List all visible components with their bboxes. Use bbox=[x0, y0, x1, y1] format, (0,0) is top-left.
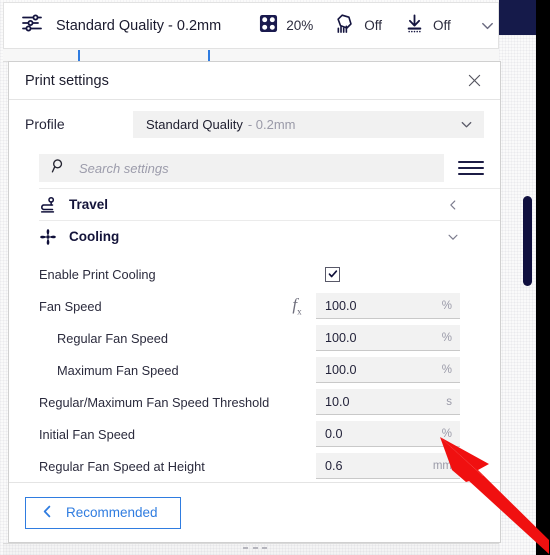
setting-label: Regular Fan Speed bbox=[57, 330, 168, 346]
setting-unit: % bbox=[441, 363, 452, 376]
recommended-button[interactable]: Recommended bbox=[25, 496, 181, 529]
topbar-stats-group: 20% Off Off bbox=[259, 13, 451, 39]
adhesion-icon bbox=[404, 13, 425, 39]
panel-header: Print settings bbox=[9, 62, 500, 100]
sidebar-item-travel[interactable]: Travel bbox=[39, 188, 500, 220]
profile-row: Profile Standard Quality - 0.2mm bbox=[9, 100, 500, 148]
chevron-down-icon[interactable] bbox=[479, 17, 496, 34]
setting-value: 0.6 bbox=[325, 458, 343, 473]
regular-fan-speed-input[interactable]: 100.0 % bbox=[316, 325, 460, 351]
close-icon[interactable] bbox=[463, 70, 485, 92]
setting-value: 100.0 bbox=[325, 298, 357, 313]
setting-unit: % bbox=[441, 299, 452, 312]
setting-row-regular-fan-speed-at-height: Regular Fan Speed at Height 0.6 mm bbox=[39, 450, 500, 482]
settings-scrollbar[interactable] bbox=[523, 196, 532, 444]
setting-row-initial-fan-speed: Initial Fan Speed 0.0 % bbox=[39, 418, 500, 450]
hamburger-menu-icon[interactable] bbox=[458, 160, 484, 176]
setting-unit: s bbox=[446, 395, 452, 408]
setting-value: 100.0 bbox=[325, 330, 357, 345]
category-label-travel: Travel bbox=[69, 197, 109, 212]
search-input[interactable]: Search settings bbox=[39, 154, 444, 182]
setting-value: 0.0 bbox=[325, 426, 343, 441]
search-icon bbox=[51, 158, 67, 179]
profile-label: Profile bbox=[25, 116, 65, 132]
setting-row-fan-speed-threshold: Regular/Maximum Fan Speed Threshold 10.0… bbox=[39, 386, 500, 418]
sidebar-item-cooling[interactable]: Cooling bbox=[39, 220, 500, 252]
category-label-cooling: Cooling bbox=[69, 229, 120, 244]
profile-selected-layer-height: - 0.2mm bbox=[247, 116, 296, 132]
setting-unit: % bbox=[441, 331, 452, 344]
travel-icon bbox=[39, 196, 63, 214]
topbar-profile-label: Standard Quality - 0.2mm bbox=[56, 17, 222, 34]
maximum-fan-speed-input[interactable]: 100.0 % bbox=[316, 357, 460, 383]
screen-edge-black-band bbox=[536, 0, 550, 555]
page-title: Print settings bbox=[25, 72, 109, 89]
chevron-down-icon bbox=[446, 230, 460, 244]
panel-footer: Recommended bbox=[9, 482, 500, 542]
setting-label: Enable Print Cooling bbox=[39, 266, 156, 282]
setting-label: Initial Fan Speed bbox=[39, 426, 136, 442]
cooling-fan-icon bbox=[39, 228, 63, 246]
fan-speed-input[interactable]: 100.0 % bbox=[316, 293, 460, 319]
support-icon bbox=[335, 13, 356, 39]
scrollbar-thumb[interactable] bbox=[523, 196, 532, 286]
setting-unit: % bbox=[441, 427, 452, 440]
infill-icon bbox=[259, 14, 278, 38]
infill-stat[interactable]: 20% bbox=[259, 14, 313, 38]
settings-list: Travel Cooling Enable Print Cooling Fan … bbox=[9, 188, 500, 482]
profile-selected-name: Standard Quality bbox=[146, 116, 243, 132]
setting-value: 100.0 bbox=[325, 362, 357, 377]
topbar-profile-group[interactable]: Standard Quality - 0.2mm bbox=[20, 11, 221, 40]
setting-label: Maximum Fan Speed bbox=[57, 362, 179, 378]
initial-fan-speed-input[interactable]: 0.0 % bbox=[316, 421, 460, 447]
print-settings-panel: Print settings Profile Standard Quality … bbox=[8, 61, 501, 543]
setting-row-regular-fan-speed: Regular Fan Speed 100.0 % bbox=[39, 322, 500, 354]
setting-value-cell bbox=[316, 266, 460, 282]
setting-row-enable-print-cooling: Enable Print Cooling bbox=[39, 258, 500, 290]
setting-value: 10.0 bbox=[325, 394, 350, 409]
recommended-button-label: Recommended bbox=[66, 505, 158, 520]
chevron-down-icon bbox=[459, 117, 474, 132]
infill-value: 20% bbox=[286, 18, 314, 33]
regular-fan-speed-at-height-input[interactable]: 0.6 mm bbox=[316, 453, 460, 479]
setting-unit: mm bbox=[432, 459, 452, 472]
adhesion-value: Off bbox=[433, 18, 451, 33]
support-stat[interactable]: Off bbox=[335, 13, 382, 39]
setting-label: Fan Speed bbox=[39, 298, 102, 314]
print-setup-summary-bar[interactable]: Standard Quality - 0.2mm 20% Off Off bbox=[3, 2, 499, 49]
enable-print-cooling-checkbox[interactable] bbox=[325, 266, 340, 282]
adhesion-stat[interactable]: Off bbox=[404, 13, 451, 39]
setting-row-maximum-fan-speed: Maximum Fan Speed 100.0 % bbox=[39, 354, 500, 386]
search-row: Search settings bbox=[9, 148, 500, 188]
profile-dropdown[interactable]: Standard Quality - 0.2mm bbox=[133, 110, 484, 138]
tab-divider-1 bbox=[78, 50, 80, 61]
chevron-left-icon bbox=[40, 504, 55, 522]
function-fx-icon[interactable]: fx bbox=[288, 295, 306, 316]
search-placeholder: Search settings bbox=[79, 160, 169, 176]
support-value: Off bbox=[364, 18, 383, 33]
fan-speed-threshold-input[interactable]: 10.0 s bbox=[316, 389, 460, 415]
setting-label: Regular Fan Speed at Height bbox=[39, 458, 205, 474]
chevron-left-icon bbox=[446, 198, 460, 212]
setting-label: Regular/Maximum Fan Speed Threshold bbox=[39, 394, 270, 410]
sliders-icon bbox=[20, 11, 44, 40]
viewport-navy-corner bbox=[499, 0, 536, 35]
tab-divider-2 bbox=[208, 50, 210, 61]
setting-row-fan-speed: Fan Speed fx 100.0 % bbox=[39, 290, 500, 322]
panel-resize-handle[interactable] bbox=[243, 545, 267, 551]
